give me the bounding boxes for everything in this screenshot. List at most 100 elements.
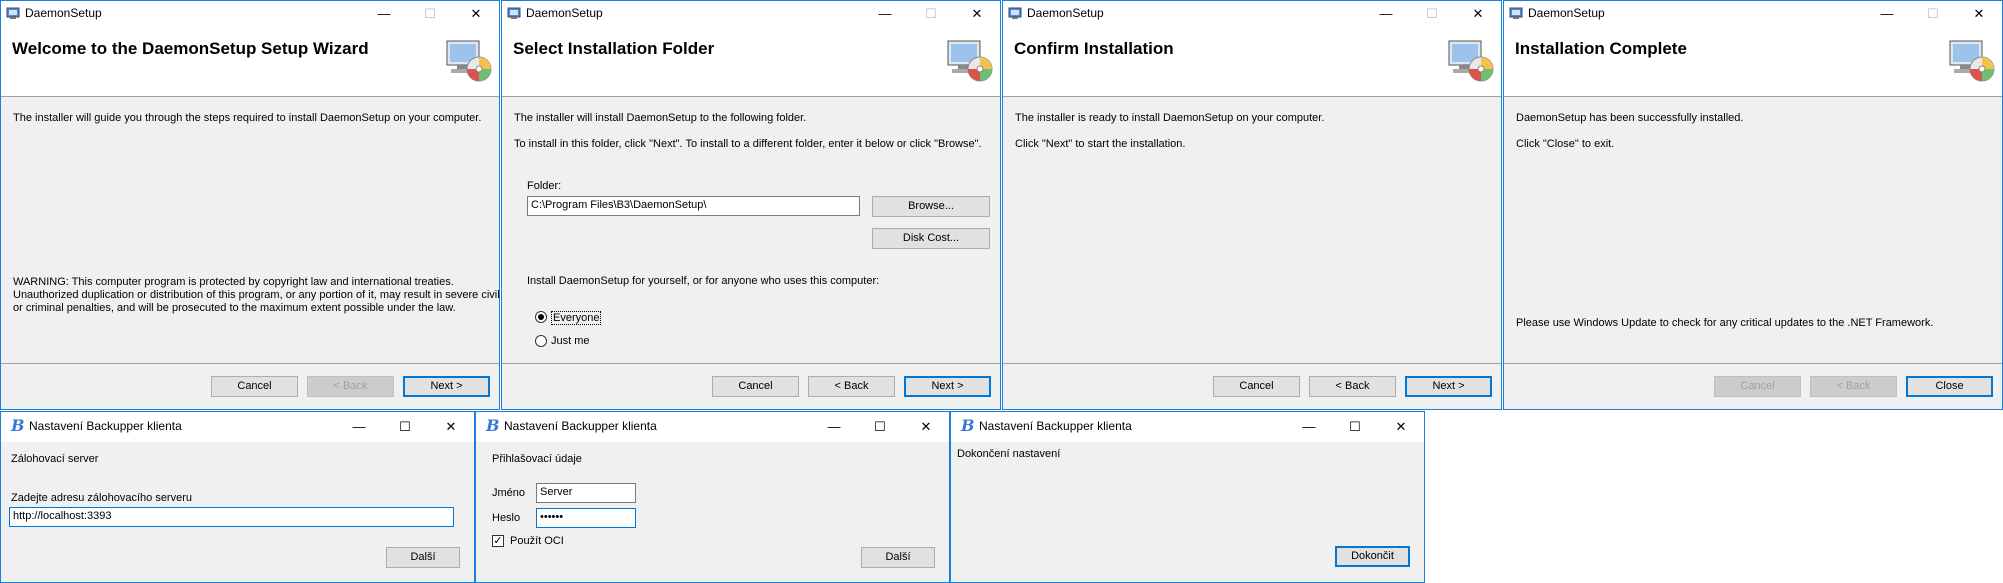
title-bar[interactable]: DaemonSetup — ☐ ✕ bbox=[1504, 1, 2002, 26]
close-icon[interactable]: ✕ bbox=[954, 1, 1000, 26]
installer-confirm-window: DaemonSetup — ☐ ✕ Confirm Installation T… bbox=[1002, 0, 1502, 410]
maximize-icon: ☐ bbox=[1426, 6, 1438, 21]
maximize-icon: ☐ bbox=[925, 6, 937, 21]
footer-divider bbox=[502, 363, 1000, 364]
footer-divider bbox=[1504, 363, 2002, 364]
everyone-label[interactable]: Everyone bbox=[551, 311, 602, 325]
password-input[interactable]: •••••• bbox=[536, 508, 636, 528]
footer-divider bbox=[1003, 363, 1501, 364]
minimize-icon[interactable]: — bbox=[361, 1, 407, 26]
section-heading: Dokončení nastavení bbox=[957, 448, 1061, 460]
close-icon[interactable]: ✕ bbox=[428, 414, 474, 439]
window-title: Nastavení Backupper klienta bbox=[979, 419, 1132, 433]
installer-folder-window: DaemonSetup — ☐ ✕ Select Installation Fo… bbox=[501, 0, 1001, 410]
maximize-icon[interactable]: ☐ bbox=[857, 414, 903, 439]
maximize-icon[interactable]: ☐ bbox=[382, 414, 428, 439]
folder-path-input[interactable]: C:\Program Files\B3\DaemonSetup\ bbox=[527, 196, 860, 216]
intro-text: The installer will install DaemonSetup t… bbox=[514, 112, 807, 124]
password-label: Heslo bbox=[492, 512, 521, 524]
close-button[interactable]: Close bbox=[1906, 376, 1993, 397]
close-icon[interactable]: ✕ bbox=[1378, 414, 1424, 439]
next-button[interactable]: Next > bbox=[904, 376, 991, 397]
instruction-text: To install in this folder, click "Next".… bbox=[514, 138, 982, 150]
window-title: DaemonSetup bbox=[1528, 6, 1605, 20]
backupper-server-window: B Nastavení Backupper klienta — ☐ ✕ Zálo… bbox=[0, 411, 475, 583]
minimize-icon[interactable]: — bbox=[862, 1, 908, 26]
backupper-b-icon: B bbox=[961, 416, 975, 435]
success-text: DaemonSetup has been successfully instal… bbox=[1516, 112, 1744, 124]
installer-complete-window: DaemonSetup — ☐ ✕ Installation Complete … bbox=[1503, 0, 2003, 410]
header-banner: Confirm Installation bbox=[1003, 26, 1501, 97]
close-icon[interactable]: ✕ bbox=[903, 414, 949, 439]
windows-update-note: Please use Windows Update to check for a… bbox=[1516, 317, 1934, 329]
maximize-icon[interactable]: ☐ bbox=[1332, 414, 1378, 439]
close-icon[interactable]: ✕ bbox=[1956, 1, 2002, 26]
title-bar[interactable]: DaemonSetup — ☐ ✕ bbox=[1003, 1, 1501, 26]
installer-app-icon bbox=[1008, 7, 1022, 19]
page-title: Installation Complete bbox=[1515, 39, 1687, 58]
next-button[interactable]: Next > bbox=[1405, 376, 1492, 397]
section-heading: Zálohovací server bbox=[11, 453, 99, 465]
header-banner: Installation Complete bbox=[1504, 26, 2002, 97]
name-input[interactable]: Server bbox=[536, 483, 636, 503]
window-title: Nastavení Backupper klienta bbox=[504, 419, 657, 433]
maximize-icon: ☐ bbox=[1927, 6, 1939, 21]
backupper-login-window: B Nastavení Backupper klienta — ☐ ✕ Přih… bbox=[475, 411, 950, 583]
minimize-icon[interactable]: — bbox=[336, 414, 382, 439]
just-me-label[interactable]: Just me bbox=[551, 335, 590, 347]
instruction-text: Click "Next" to start the installation. bbox=[1015, 138, 1186, 150]
back-button[interactable]: < Back bbox=[808, 376, 895, 397]
intro-text: The installer is ready to install Daemon… bbox=[1015, 112, 1325, 124]
next-button[interactable]: Next > bbox=[403, 376, 490, 397]
setup-computer-cd-icon bbox=[1448, 40, 1494, 82]
cancel-button[interactable]: Cancel bbox=[211, 376, 298, 397]
browse-button[interactable]: Browse... bbox=[872, 196, 990, 217]
use-oci-label[interactable]: Použít OCI bbox=[510, 535, 564, 547]
backupper-b-icon: B bbox=[486, 416, 500, 435]
title-bar[interactable]: B Nastavení Backupper klienta — ☐ ✕ bbox=[1, 412, 474, 442]
setup-computer-cd-icon bbox=[1949, 40, 1995, 82]
close-icon[interactable]: ✕ bbox=[453, 1, 499, 26]
cancel-button[interactable]: Cancel bbox=[712, 376, 799, 397]
page-title: Select Installation Folder bbox=[513, 39, 715, 58]
install-for-text: Install DaemonSetup for yourself, or for… bbox=[527, 275, 880, 287]
cancel-button[interactable]: Cancel bbox=[1213, 376, 1300, 397]
back-button: < Back bbox=[307, 376, 394, 397]
setup-computer-cd-icon bbox=[947, 40, 993, 82]
close-icon[interactable]: ✕ bbox=[1455, 1, 1501, 26]
window-title: DaemonSetup bbox=[526, 6, 603, 20]
window-title: DaemonSetup bbox=[25, 6, 102, 20]
finish-button[interactable]: Dokončit bbox=[1335, 546, 1410, 567]
warning-line-1: WARNING: This computer program is protec… bbox=[13, 276, 454, 288]
title-bar[interactable]: B Nastavení Backupper klienta — ☐ ✕ bbox=[951, 412, 1424, 442]
checkmark-icon: ✓ bbox=[493, 535, 503, 547]
minimize-icon[interactable]: — bbox=[1286, 414, 1332, 439]
window-title: Nastavení Backupper klienta bbox=[29, 419, 182, 433]
title-bar[interactable]: DaemonSetup — ☐ ✕ bbox=[502, 1, 1000, 26]
installer-app-icon bbox=[1509, 7, 1523, 19]
server-address-label: Zadejte adresu zálohovacího serveru bbox=[11, 492, 192, 504]
title-bar[interactable]: DaemonSetup — ☐ ✕ bbox=[1, 1, 499, 26]
disk-cost-button[interactable]: Disk Cost... bbox=[872, 228, 990, 249]
installer-app-icon bbox=[6, 7, 20, 19]
setup-computer-cd-icon bbox=[446, 40, 492, 82]
minimize-icon[interactable]: — bbox=[811, 414, 857, 439]
backupper-b-icon: B bbox=[11, 416, 25, 435]
next-button[interactable]: Další bbox=[861, 547, 935, 568]
minimize-icon[interactable]: — bbox=[1363, 1, 1409, 26]
minimize-icon[interactable]: — bbox=[1864, 1, 1910, 26]
header-banner: Select Installation Folder bbox=[502, 26, 1000, 97]
use-oci-checkbox[interactable]: ✓ bbox=[492, 535, 504, 547]
section-heading: Přihlašovací údaje bbox=[492, 453, 582, 465]
back-button[interactable]: < Back bbox=[1309, 376, 1396, 397]
folder-label: Folder: bbox=[527, 180, 562, 192]
just-me-radio[interactable] bbox=[535, 335, 547, 347]
warning-line-3: or criminal penalties, and will be prose… bbox=[13, 302, 456, 314]
intro-text: The installer will guide you through the… bbox=[13, 112, 482, 124]
server-address-input[interactable]: http://localhost:3393 bbox=[9, 507, 454, 527]
everyone-radio[interactable] bbox=[535, 311, 547, 323]
back-button: < Back bbox=[1810, 376, 1897, 397]
cancel-button: Cancel bbox=[1714, 376, 1801, 397]
title-bar[interactable]: B Nastavení Backupper klienta — ☐ ✕ bbox=[476, 412, 949, 442]
next-button[interactable]: Další bbox=[386, 547, 460, 568]
